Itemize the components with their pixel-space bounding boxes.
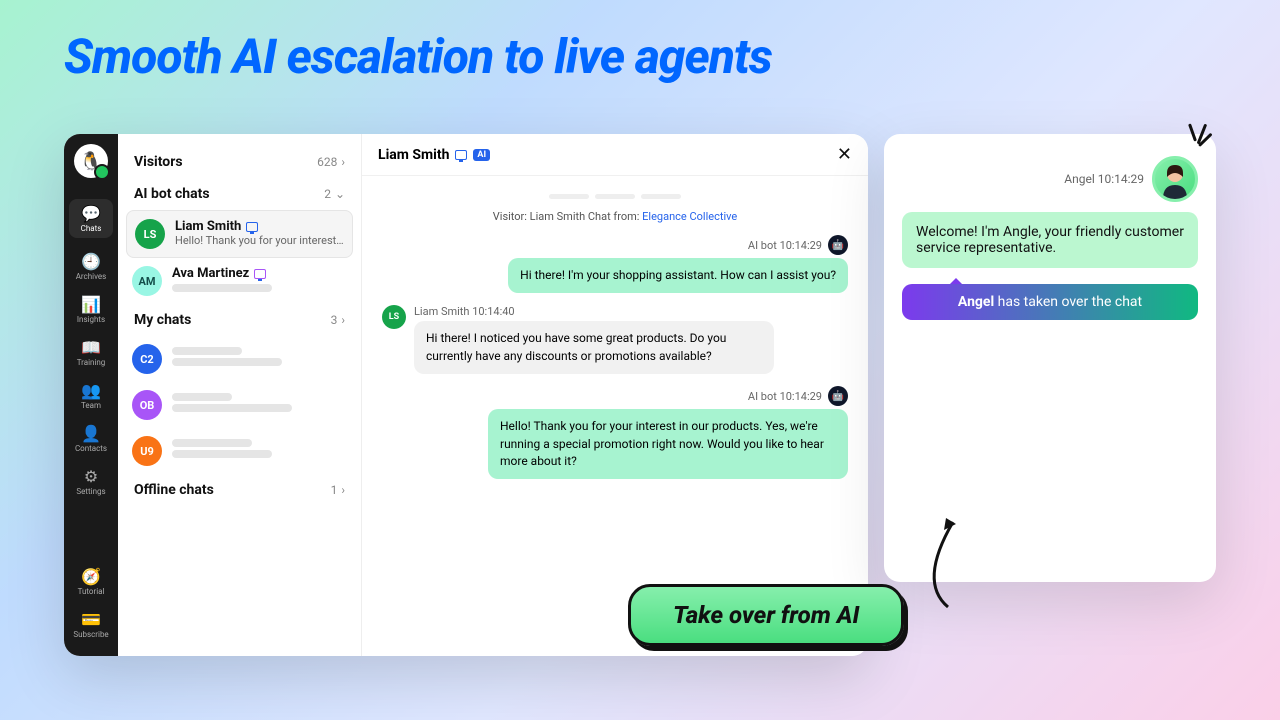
nav-label: Contacts: [75, 444, 107, 453]
agent-header: Angel 10:14:29: [902, 156, 1198, 202]
nav-tutorial[interactable]: 🧭 Tutorial: [78, 567, 105, 596]
message-meta: AI bot 10:14:29 🤖: [748, 235, 848, 255]
section-count: 3 ›: [331, 313, 345, 327]
team-icon: 👥: [82, 381, 100, 399]
contacts-icon: 👤: [82, 424, 100, 442]
ai-badge: AI: [473, 149, 490, 161]
monitor-icon: [455, 150, 467, 160]
nav-label: Training: [77, 358, 106, 367]
avatar: OB: [132, 390, 162, 420]
gear-icon: ⚙: [82, 467, 100, 485]
message-meta: Liam Smith 10:14:40: [414, 305, 774, 318]
section-title: My chats: [134, 312, 191, 328]
nav-label: Subscribe: [73, 630, 108, 639]
nav-label: Tutorial: [78, 587, 105, 596]
loading-indicator: [382, 194, 848, 200]
agent-welcome-bubble: Welcome! I'm Angle, your friendly custom…: [902, 212, 1198, 268]
chat-item-liam[interactable]: LS Liam Smith Hello! Thank you for your …: [126, 210, 353, 258]
close-icon[interactable]: ✕: [837, 144, 852, 165]
nav-label: Settings: [76, 487, 105, 496]
avatar: U9: [132, 436, 162, 466]
monitor-icon: [246, 222, 258, 232]
app-shell: 🐧 💬 Chats 🕘 Archives 📊 Insights 📖 Traini…: [64, 134, 868, 656]
section-count: 1 ›: [331, 483, 345, 497]
compass-icon: 🧭: [82, 567, 100, 585]
avatar: AM: [132, 266, 162, 296]
section-my-chats[interactable]: My chats 3 ›: [118, 304, 361, 336]
conversation-title: Liam Smith AI: [378, 147, 490, 163]
avatar: LS: [382, 305, 406, 329]
chevron-right-icon: ›: [341, 483, 345, 497]
message-bot: AI bot 10:14:29 🤖 Hi there! I'm your sho…: [382, 235, 848, 293]
nav-label: Insights: [77, 315, 105, 324]
chat-icon: 💬: [82, 204, 100, 222]
conversation-header: Liam Smith AI ✕: [362, 134, 868, 176]
chat-list: Visitors 628 › AI bot chats 2 ⌄ LS Liam …: [118, 134, 362, 656]
archive-icon: 🕘: [82, 252, 100, 270]
chat-item-ava[interactable]: AM Ava Martinez: [118, 258, 361, 304]
message-bot: AI bot 10:14:29 🤖 Hello! Thank you for y…: [382, 386, 848, 479]
chat-item[interactable]: C2: [118, 336, 361, 382]
message-bubble: Hi there! I'm your shopping assistant. H…: [508, 258, 848, 293]
nav-subscribe[interactable]: 💳 Subscribe: [73, 610, 108, 639]
chart-icon: 📊: [82, 295, 100, 313]
chat-name: Liam Smith: [175, 219, 344, 234]
section-title: Offline chats: [134, 482, 214, 498]
section-title: Visitors: [134, 154, 183, 170]
chevron-down-icon: ⌄: [335, 187, 345, 201]
context-line: Visitor: Liam Smith Chat from: Elegance …: [382, 210, 848, 223]
book-icon: 📖: [82, 338, 100, 356]
nav-label: Archives: [76, 272, 107, 281]
chevron-right-icon: ›: [341, 155, 345, 169]
nav-training[interactable]: 📖 Training: [77, 338, 106, 367]
chat-name: Ava Martinez: [172, 266, 347, 281]
nav-contacts[interactable]: 👤 Contacts: [75, 424, 107, 453]
nav-label: Team: [81, 401, 101, 410]
chevron-right-icon: ›: [341, 313, 345, 327]
chat-item[interactable]: U9: [118, 428, 361, 474]
nav-archives[interactable]: 🕘 Archives: [76, 252, 107, 281]
callout-arrow: [898, 512, 998, 622]
nav-team[interactable]: 👥 Team: [81, 381, 101, 410]
chat-preview: Hello! Thank you for your interest...: [175, 234, 344, 247]
agent-meta: Angel 10:14:29: [1064, 172, 1144, 186]
conversation-panel: Liam Smith AI ✕ Visitor: Liam Smith Chat…: [362, 134, 868, 656]
nav-settings[interactable]: ⚙ Settings: [76, 467, 105, 496]
avatar: LS: [135, 219, 165, 249]
message-bubble: Hello! Thank you for your interest in ou…: [488, 409, 848, 479]
message-meta: AI bot 10:14:29 🤖: [748, 386, 848, 406]
section-offline[interactable]: Offline chats 1 ›: [118, 474, 361, 506]
monitor-icon: [254, 269, 266, 279]
nav-chats[interactable]: 💬 Chats: [69, 199, 113, 238]
nav-insights[interactable]: 📊 Insights: [77, 295, 105, 324]
takeover-callout-button[interactable]: Take over from AI: [628, 584, 904, 646]
bot-avatar-icon: 🤖: [828, 235, 848, 255]
nav-label: Chats: [81, 224, 102, 233]
section-count: 628 ›: [317, 155, 345, 169]
chat-item[interactable]: OB: [118, 382, 361, 428]
section-count: 2 ⌄: [324, 187, 345, 201]
nav-rail: 🐧 💬 Chats 🕘 Archives 📊 Insights 📖 Traini…: [64, 134, 118, 656]
app-logo[interactable]: 🐧: [74, 144, 108, 178]
section-title: AI bot chats: [134, 186, 210, 202]
card-icon: 💳: [82, 610, 100, 628]
avatar: C2: [132, 344, 162, 374]
takeover-banner: Angel has taken over the chat: [902, 284, 1198, 320]
section-visitors[interactable]: Visitors 628 ›: [118, 146, 361, 178]
message-visitor: LS Liam Smith 10:14:40 Hi there! I notic…: [382, 305, 848, 374]
bot-avatar-icon: 🤖: [828, 386, 848, 406]
section-ai-chats[interactable]: AI bot chats 2 ⌄: [118, 178, 361, 210]
message-bubble: Hi there! I noticed you have some great …: [414, 321, 774, 374]
store-link[interactable]: Elegance Collective: [642, 210, 737, 223]
hero-title: Smooth AI escalation to live agents: [0, 0, 1280, 109]
